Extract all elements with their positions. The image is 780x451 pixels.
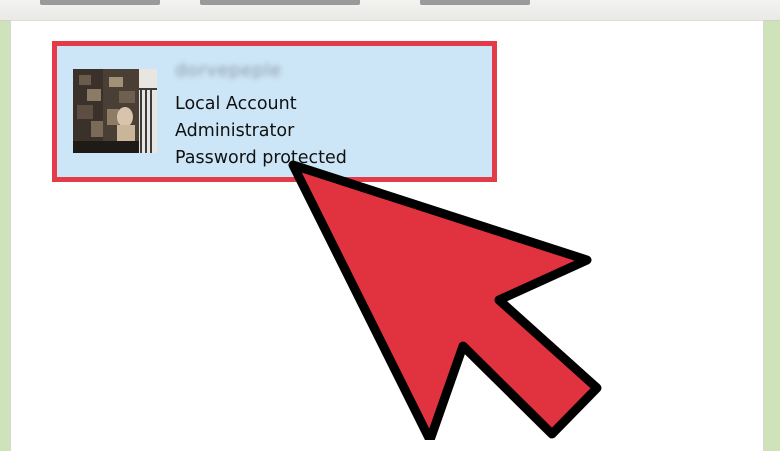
- cropped-title-text: [40, 0, 160, 5]
- account-role: Administrator: [175, 121, 295, 141]
- account-tile[interactable]: dorvepeple Local Account Administrator P…: [52, 41, 497, 182]
- accounts-panel: dorvepeple Local Account Administrator P…: [10, 20, 764, 451]
- account-type: Local Account: [175, 94, 297, 114]
- cropped-title-text: [200, 0, 360, 5]
- account-security-status: Password protected: [175, 148, 347, 168]
- window-top-edge: [0, 0, 780, 21]
- account-name: dorvepeple: [175, 60, 282, 81]
- avatar-photo-icon: [73, 69, 157, 153]
- cropped-title-text: [420, 0, 530, 5]
- user-avatar: [73, 69, 157, 153]
